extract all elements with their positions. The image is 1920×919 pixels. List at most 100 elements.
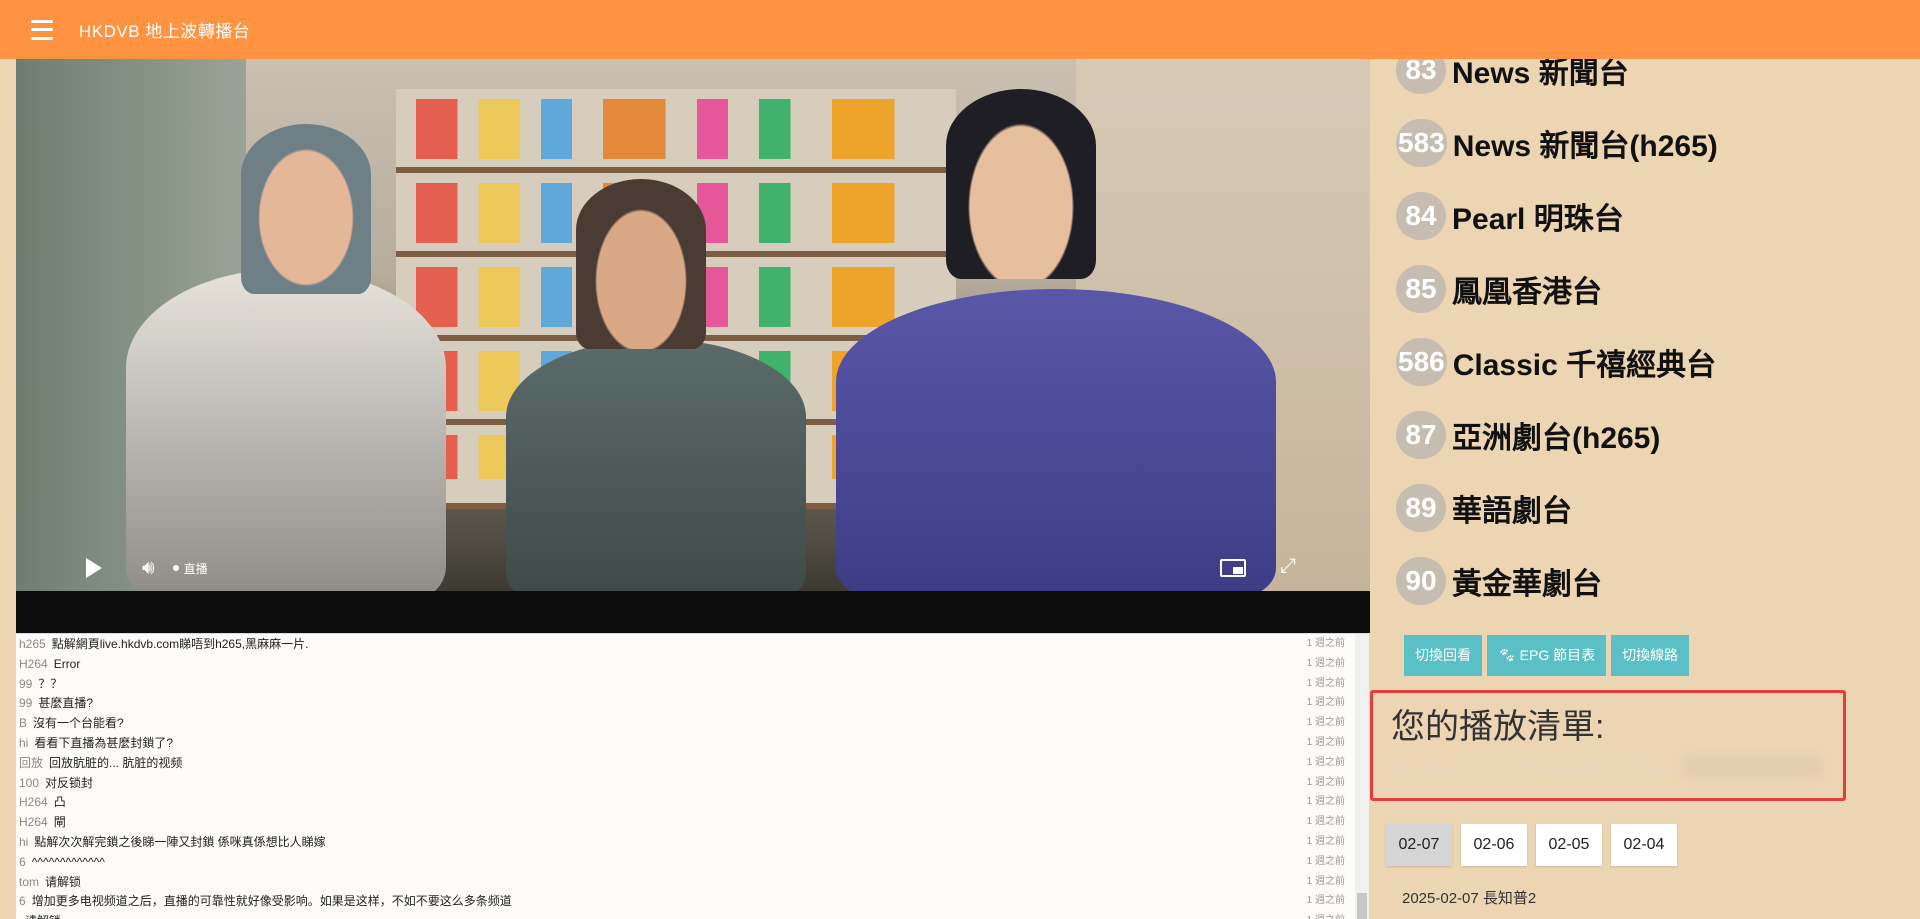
comment-user: 99 [19, 676, 33, 691]
playlist-token-redacted [1683, 757, 1823, 777]
channel-number-badge: 87 [1396, 411, 1446, 459]
comment-user: 回放 [19, 755, 44, 770]
live-indicator: 直播 [172, 560, 208, 577]
video-player[interactable]: 🔊︎ 直播 ⤢ [16, 59, 1370, 633]
comment-time: 1 週之前 [1306, 657, 1345, 669]
channel-item[interactable]: 85 鳳凰香港台 [1396, 261, 1602, 317]
comment-text: ^^^^^^^^^^^^^ [31, 854, 105, 869]
date-tab[interactable]: 02-06 [1461, 824, 1527, 866]
live-dot-icon [172, 565, 179, 571]
comment-time: 1 週之前 [1306, 875, 1345, 887]
channel-item[interactable]: 90 黃金華劇台 [1396, 553, 1602, 609]
comment-row: 请解锁 1 週之前 [16, 911, 1369, 919]
comment-user: hi [19, 834, 29, 849]
comment-user: hi [19, 735, 29, 750]
comment-row: H264 凸 1 週之前 [16, 792, 1369, 812]
comment-time: 1 週之前 [1307, 911, 1345, 919]
switch-route-button[interactable]: 切換線路 [1611, 635, 1690, 676]
epg-entry[interactable]: 2025-02-07 長知普2 [1402, 887, 1536, 908]
comment-user: 100 [19, 775, 40, 790]
comment-user: 6 [19, 894, 26, 909]
paw-icon: 🐾︎ [1498, 647, 1520, 663]
comment-time: 1 週之前 [1306, 638, 1345, 649]
channel-number-badge: 583 [1396, 119, 1447, 167]
comment-row: B 沒有一个台能看? 1 週之前 [16, 713, 1369, 733]
site-title[interactable]: HKDVB 地上波轉播台 [79, 17, 250, 42]
comment-row: hi 點解次次解完鎖之後睇一陣又封鎖 係咪真係想比人睇嫁 1 週之前 [16, 832, 1369, 852]
hamburger-icon[interactable] [31, 19, 53, 40]
channel-name: 黃金華劇台 [1452, 568, 1602, 601]
comment-time: 1 週之前 [1306, 855, 1345, 867]
comment-row: tom 请解锁 1 週之前 [16, 872, 1369, 892]
channel-name: Classic 千禧經典台 [1452, 349, 1717, 382]
channel-number-badge: 586 [1396, 338, 1447, 386]
sidebar: 83 News 新聞台 583 News 新聞台(h265) 84 Pearl 明珠台 85… [1370, 46, 1920, 919]
comment-row: h265 點解網頁live.hkdvb.com睇唔到h265,黑麻麻一片. 1 週之… [16, 634, 1369, 654]
channel-item[interactable]: 89 華語劇台 [1396, 480, 1572, 536]
channel-number-badge: 90 [1396, 557, 1446, 605]
comment-row: 回放 回放肮脏的... 肮脏的视频 1 週之前 [16, 753, 1369, 773]
playlist-title: 您的播放清單: [1391, 708, 1605, 746]
comment-text: 甚麼直播? [38, 696, 94, 711]
comment-row: H264 閘 1 週之前 [16, 812, 1369, 832]
date-tab[interactable]: 02-04 [1611, 824, 1677, 866]
play-icon[interactable] [86, 558, 102, 578]
comment-text: 回放肮脏的... 肮脏的视频 [49, 755, 183, 770]
switch-replay-button[interactable]: 切換回看 [1404, 635, 1482, 676]
channel-item[interactable]: 583 News 新聞台(h265) [1396, 115, 1718, 171]
playlist-url[interactable]: https://live.hkdvb.com/hls/playlist.m3u?… [1387, 759, 1685, 775]
comment-row: 6 增加更多电视频道之后，直播的可靠性就好像受影响。如果是这样，不如不要这么多条频… [16, 891, 1369, 911]
comment-row: 100 对反锁封 1 週之前 [16, 773, 1369, 793]
channel-item[interactable]: 586 Classic 千禧經典台 [1396, 334, 1716, 390]
comment-text: Error [53, 656, 81, 671]
comment-text: 请解锁 [45, 874, 82, 889]
comment-row: H264 Error 1 週之前 [16, 654, 1369, 674]
channel-name: 華語劇台 [1452, 495, 1572, 528]
comment-text: 增加更多电视频道之后，直播的可靠性就好像受影响。如果是这样，不如不要这么多条频道 [31, 894, 512, 909]
date-tabs: 02-07 02-06 02-05 02-04 [1386, 824, 1677, 866]
comment-time: 1 週之前 [1306, 816, 1345, 828]
comment-row: hi 看看下直播為甚麼封鎖了? 1 週之前 [16, 733, 1369, 753]
comment-row: 99 甚麼直播? 1 週之前 [16, 693, 1369, 713]
fullscreen-icon[interactable]: ⤢ [1280, 555, 1296, 578]
channel-number-badge: 85 [1396, 265, 1446, 313]
comment-user: h265 [19, 637, 46, 651]
comment-time: 1 週之前 [1306, 895, 1345, 907]
comment-time: 1 週之前 [1306, 756, 1345, 768]
comment-time: 1 週之前 [1306, 697, 1345, 709]
live-label: 直播 [183, 561, 208, 576]
channel-number-badge: 84 [1396, 192, 1446, 240]
video-frame: 🔊︎ 直播 ⤢ [16, 59, 1370, 591]
comment-text: 點解次次解完鎖之後睇一陣又封鎖 係咪真係想比人睇嫁 [34, 834, 326, 849]
comment-text: ？？ [38, 676, 63, 691]
comment-user: H264 [19, 815, 48, 830]
comment-text: 对反锁封 [45, 775, 94, 790]
comment-text: 閘 [53, 815, 66, 830]
date-tab[interactable]: 02-07 [1386, 824, 1452, 866]
comments-scrollbar[interactable] [1355, 634, 1369, 919]
comment-text: 看看下直播為甚麼封鎖了? [34, 735, 174, 750]
comment-text: 沒有一个台能看? [33, 716, 124, 731]
comment-time: 1 週之前 [1306, 717, 1345, 729]
comment-time: 1 週之前 [1306, 677, 1345, 689]
epg-button-label: EPG 節目表 [1519, 647, 1596, 663]
epg-button[interactable]: 🐾︎ EPG 節目表 [1487, 635, 1607, 676]
channel-name: Pearl 明珠台 [1452, 203, 1624, 236]
comment-time: 1 週之前 [1306, 796, 1345, 808]
comment-user: H264 [19, 656, 48, 671]
comment-list: h265 點解網頁live.hkdvb.com睇唔到h265,黑麻麻一片. 1 週之… [16, 634, 1369, 919]
volume-icon[interactable]: 🔊︎ [142, 557, 155, 580]
comment-time: 1 週之前 [1306, 736, 1345, 748]
date-tab[interactable]: 02-05 [1536, 824, 1602, 866]
comment-time: 1 週之前 [1306, 835, 1345, 847]
comment-row: 99 ？？ 1 週之前 [16, 674, 1369, 694]
channel-item[interactable]: 84 Pearl 明珠台 [1396, 188, 1624, 244]
channel-item[interactable]: 87 亞洲劇台(h265) [1396, 407, 1660, 463]
comment-user: 99 [19, 696, 33, 711]
channel-name: News 新聞台(h265) [1452, 130, 1718, 163]
top-bar: HKDVB 地上波轉播台 [0, 0, 1920, 59]
pip-icon[interactable] [1220, 559, 1246, 577]
channel-number-badge: 89 [1396, 484, 1446, 532]
comment-user: B [19, 716, 28, 731]
comment-row: 6 ^^^^^^^^^^^^^ 1 週之前 [16, 852, 1369, 872]
